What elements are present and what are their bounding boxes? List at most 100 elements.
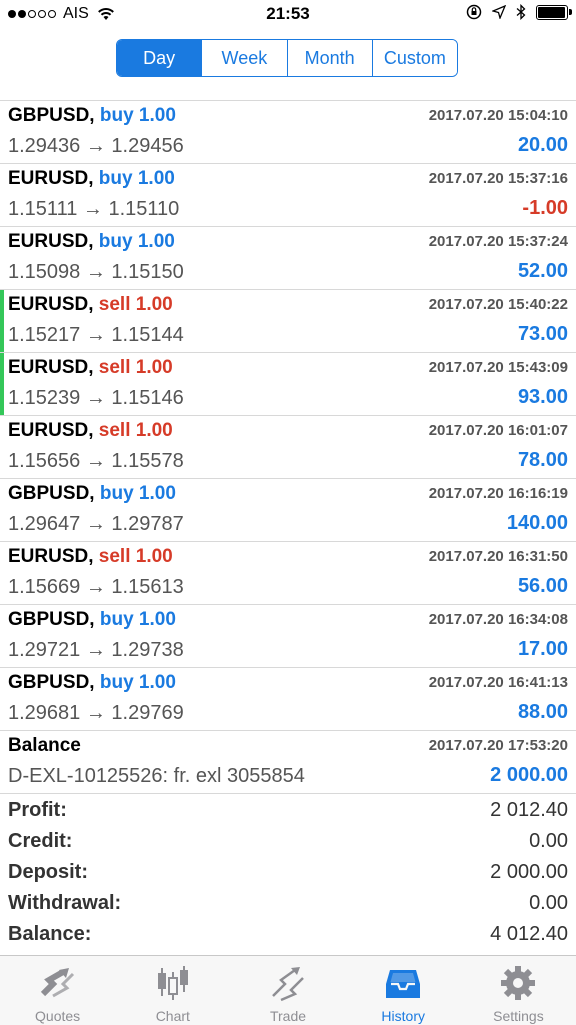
deal-symbol: GBPUSD, buy 1.00 bbox=[8, 609, 176, 631]
deal-row[interactable]: EURUSD, sell 1.00 2017.07.20 16:31:50 1.15… bbox=[0, 542, 576, 605]
deal-time: 2017.07.20 15:04:10 bbox=[428, 107, 568, 124]
symbol-label: EURUSD, bbox=[8, 420, 94, 441]
deal-row[interactable]: GBPUSD, buy 1.00 2017.07.20 15:04:10 1.294… bbox=[0, 101, 576, 164]
tab-label: Settings bbox=[493, 1008, 544, 1024]
tab-chart[interactable]: Chart bbox=[115, 956, 230, 1025]
sell-volume: sell 1.00 bbox=[98, 420, 173, 441]
tab-week[interactable]: Week bbox=[201, 40, 287, 76]
symbol-label: GBPUSD, bbox=[8, 105, 95, 126]
tab-label: Chart bbox=[155, 1008, 190, 1024]
deal-time: 2017.07.20 16:41:13 bbox=[428, 674, 568, 691]
deal-prices: 1.15217 → 1.15144 bbox=[8, 324, 184, 346]
deal-prices: 1.29436 → 1.29456 bbox=[8, 135, 184, 157]
tab-month[interactable]: Month bbox=[286, 40, 372, 76]
deal-symbol: EURUSD, sell 1.00 bbox=[8, 357, 173, 379]
buy-volume: buy 1.00 bbox=[98, 231, 175, 252]
tab-custom[interactable]: Custom bbox=[371, 40, 457, 76]
deal-profit: 20.00 bbox=[517, 134, 568, 156]
deal-profit: 140.00 bbox=[506, 512, 568, 534]
deal-time: 2017.07.20 16:34:08 bbox=[428, 611, 568, 628]
deal-row[interactable]: EURUSD, buy 1.00 2017.07.20 15:37:16 1.151… bbox=[0, 164, 576, 227]
tab-label: History bbox=[381, 1008, 425, 1024]
deal-row[interactable]: GBPUSD, buy 1.00 2017.07.20 16:16:19 1.296… bbox=[0, 479, 576, 542]
deal-profit: 52.00 bbox=[517, 260, 568, 282]
deal-symbol: EURUSD, sell 1.00 bbox=[8, 546, 173, 568]
gear-icon bbox=[501, 966, 536, 1000]
deal-symbol: EURUSD, sell 1.00 bbox=[8, 294, 173, 316]
buy-volume: buy 1.00 bbox=[98, 168, 175, 189]
summary-value: 2 000.00 bbox=[490, 861, 568, 883]
tab-label: Quotes bbox=[35, 1008, 81, 1024]
deal-row[interactable]: EURUSD, sell 1.00 2017.07.20 15:43:09 1.15… bbox=[0, 353, 576, 416]
buy-volume: buy 1.00 bbox=[99, 483, 176, 504]
deal-row[interactable]: EURUSD, sell 1.00 2017.07.20 16:01:07 1.15… bbox=[0, 416, 576, 479]
deal-row[interactable]: GBPUSD, buy 1.00 2017.07.20 16:34:08 1.297… bbox=[0, 605, 576, 668]
tab-settings[interactable]: Settings bbox=[461, 956, 576, 1025]
deal-row[interactable]: EURUSD, buy 1.00 2017.07.20 15:37:24 1.150… bbox=[0, 227, 576, 290]
deal-symbol: GBPUSD, buy 1.00 bbox=[8, 105, 176, 127]
deal-profit: 93.00 bbox=[517, 386, 568, 408]
summary-value: 0.00 bbox=[529, 892, 568, 914]
sell-volume: sell 1.00 bbox=[98, 546, 173, 567]
deal-prices: 1.29721 → 1.29738 bbox=[8, 639, 184, 661]
summary-withdrawal: Withdrawal: 0.00 bbox=[0, 890, 576, 921]
symbol-label: GBPUSD, bbox=[8, 672, 95, 693]
deal-time: 2017.07.20 16:31:50 bbox=[428, 548, 568, 565]
symbol-label: EURUSD, bbox=[8, 168, 94, 189]
deal-row[interactable]: EURUSD, sell 1.00 2017.07.20 15:40:22 1.15… bbox=[0, 290, 576, 353]
summary-credit: Credit: 0.00 bbox=[0, 828, 576, 859]
symbol-label: EURUSD, bbox=[8, 231, 94, 252]
deal-time: 2017.07.20 16:16:19 bbox=[428, 485, 568, 502]
inbox-tray-icon bbox=[386, 970, 421, 998]
symbol-label: Balance bbox=[8, 735, 81, 756]
deal-profit: 56.00 bbox=[517, 575, 568, 597]
deal-prices: 1.29681 → 1.29769 bbox=[8, 702, 184, 724]
period-segmented-control: Day Week Month Custom bbox=[116, 39, 458, 77]
deal-profit: 17.00 bbox=[517, 638, 568, 660]
deal-profit: -1.00 bbox=[522, 197, 568, 219]
location-arrow-icon bbox=[492, 5, 506, 19]
summary-value: 0.00 bbox=[529, 830, 568, 852]
orientation-lock-icon bbox=[466, 4, 482, 20]
balance-row[interactable]: Balance 2017.07.20 17:53:20 D-EXL-10125526… bbox=[0, 731, 576, 794]
deal-symbol: EURUSD, buy 1.00 bbox=[8, 231, 175, 253]
buy-volume: buy 1.00 bbox=[99, 105, 176, 126]
trade-icon bbox=[272, 967, 304, 1002]
sell-volume: sell 1.00 bbox=[98, 294, 173, 315]
deal-prices: 1.15239 → 1.15146 bbox=[8, 387, 184, 409]
symbol-label: EURUSD, bbox=[8, 294, 94, 315]
deal-symbol: GBPUSD, buy 1.00 bbox=[8, 672, 176, 694]
deal-symbol: EURUSD, buy 1.00 bbox=[8, 168, 175, 190]
summary-deposit: Deposit: 2 000.00 bbox=[0, 859, 576, 890]
summary-label: Credit: bbox=[8, 830, 73, 852]
deal-symbol: Balance bbox=[8, 735, 81, 757]
summary-label: Deposit: bbox=[8, 861, 88, 883]
deal-profit: 2 000.00 bbox=[490, 764, 568, 786]
buy-volume: buy 1.00 bbox=[99, 672, 176, 693]
deal-prices: 1.15111 → 1.15110 bbox=[8, 198, 180, 220]
deal-row[interactable]: GBPUSD, buy 1.00 2017.07.20 16:41:13 1.296… bbox=[0, 668, 576, 731]
summary-label: Balance: bbox=[8, 923, 92, 945]
summary-value: 2 012.40 bbox=[490, 799, 568, 821]
buy-volume: buy 1.00 bbox=[99, 609, 176, 630]
deal-prices: 1.29647 → 1.29787 bbox=[8, 513, 184, 535]
deal-profit: 73.00 bbox=[517, 323, 568, 345]
tab-quotes[interactable]: Quotes bbox=[0, 956, 115, 1025]
deal-prices: 1.15098 → 1.15150 bbox=[8, 261, 184, 283]
summary-value: 4 012.40 bbox=[490, 923, 568, 945]
balance-comment: D-EXL-10125526: fr. exl 3055854 bbox=[8, 765, 305, 787]
deal-symbol: GBPUSD, buy 1.00 bbox=[8, 483, 176, 505]
deal-profit: 78.00 bbox=[517, 449, 568, 471]
summary-label: Profit: bbox=[8, 799, 67, 821]
symbol-label: GBPUSD, bbox=[8, 483, 95, 504]
deals-list[interactable]: GBPUSD, buy 1.00 2017.07.20 15:04:10 1.294… bbox=[0, 86, 576, 794]
tab-trade[interactable]: Trade bbox=[230, 956, 345, 1025]
symbol-label: GBPUSD, bbox=[8, 609, 95, 630]
tab-day[interactable]: Day bbox=[117, 40, 202, 76]
summary-label: Withdrawal: bbox=[8, 892, 122, 914]
battery-icon bbox=[536, 4, 572, 20]
deal-time: 2017.07.20 15:43:09 bbox=[428, 359, 568, 376]
tab-history[interactable]: History bbox=[346, 956, 461, 1025]
deal-profit: 88.00 bbox=[517, 701, 568, 723]
summary-profit: Profit: 2 012.40 bbox=[0, 797, 576, 828]
